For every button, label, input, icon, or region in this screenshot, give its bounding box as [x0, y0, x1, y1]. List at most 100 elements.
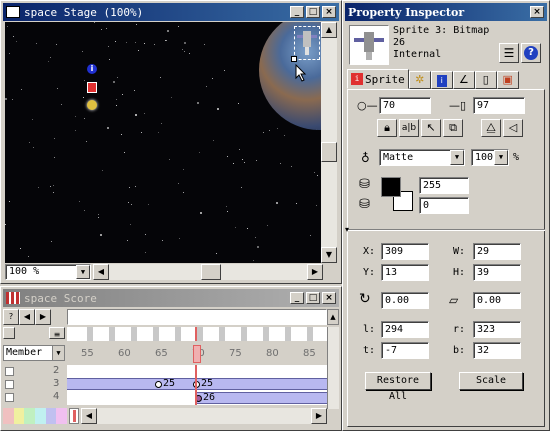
sprite-channels-grid[interactable]: 25 25 26	[67, 365, 327, 405]
ruler-playhead[interactable]	[193, 345, 201, 363]
scroll-up-button[interactable]: ▲	[321, 22, 337, 38]
scroll-down-button[interactable]: ▼	[321, 247, 337, 263]
tab-movie[interactable]: ▣	[496, 71, 519, 89]
back-color-field[interactable]: 0	[419, 197, 469, 214]
end-frame-field[interactable]: 97	[473, 97, 525, 114]
star	[48, 61, 49, 62]
h-field[interactable]: 39	[473, 264, 521, 281]
tab-behavior[interactable]: ✲	[408, 71, 431, 89]
info-icon[interactable]: i	[87, 64, 97, 74]
minimize-button[interactable]: _	[290, 6, 304, 18]
prev-marker-button[interactable]: ◀	[19, 309, 35, 325]
tab-member[interactable]: i	[430, 71, 453, 89]
tab-sprite[interactable]: i Sprite	[347, 69, 409, 89]
help-button[interactable]: ?	[521, 43, 541, 63]
r-field[interactable]: 323	[473, 321, 521, 338]
stage-vertical-scrollbar[interactable]: ▲ ▼	[321, 22, 337, 263]
palette-swatch-3[interactable]	[24, 408, 36, 424]
hide-effects-button[interactable]: ?	[3, 309, 19, 325]
satellite-sprite[interactable]	[294, 26, 320, 60]
next-marker-button[interactable]: ▶	[35, 309, 51, 325]
scroll-left-button[interactable]: ◀	[93, 264, 109, 280]
t-field[interactable]: -7	[381, 342, 429, 359]
channel-label-row[interactable]: 3	[3, 378, 65, 391]
channel-label-row[interactable]: 4	[3, 391, 65, 404]
sprite-span-channel-2[interactable]: 25 25	[67, 378, 327, 390]
sun-icon[interactable]	[87, 100, 97, 110]
color-palette-strip[interactable]	[3, 408, 68, 424]
tab-document[interactable]: ▯	[474, 71, 497, 89]
stage-horizontal-scrollbar[interactable]	[109, 264, 307, 280]
maximize-button[interactable]: □	[306, 6, 320, 18]
score-vscroll-up[interactable]: ▲	[327, 309, 339, 325]
inspector-close-button[interactable]: ×	[530, 6, 544, 18]
fore-color-chip[interactable]	[381, 177, 401, 197]
inspector-titlebar[interactable]: Property Inspector ×	[345, 3, 547, 21]
stage-canvas[interactable]: i	[5, 22, 321, 263]
score-close-button[interactable]: ×	[322, 292, 336, 304]
palette-swatch-5[interactable]	[45, 408, 57, 424]
document-icon[interactable]	[87, 82, 97, 93]
y-field[interactable]: 13	[381, 264, 429, 281]
star	[178, 183, 179, 184]
score-titlebar[interactable]: space Score _ □ ×	[3, 289, 339, 307]
restore-all-button[interactable]: Restore All	[365, 372, 431, 402]
h-scroll-thumb[interactable]	[201, 264, 221, 280]
palette-swatch-6[interactable]	[56, 408, 68, 424]
selection-handle[interactable]	[291, 56, 297, 62]
score-scroll-right-button[interactable]: ▶	[311, 408, 327, 424]
zoom-select[interactable]: 100 % ▼	[5, 264, 91, 280]
blend-select[interactable]: 100 ▼	[471, 149, 509, 166]
star	[53, 185, 54, 186]
collapse-triangle-icon[interactable]: ▾	[345, 225, 349, 234]
score-vscroll[interactable]	[327, 327, 339, 409]
frame-ruler[interactable]: 55606570758085	[67, 345, 327, 363]
close-button[interactable]: ×	[322, 6, 336, 18]
w-field[interactable]: 29	[473, 243, 521, 260]
channel-toggle[interactable]	[3, 327, 15, 339]
ink-chevron-icon[interactable]: ▼	[450, 150, 464, 165]
fore-color-field[interactable]: 255	[419, 177, 469, 194]
l-field[interactable]: 294	[381, 321, 429, 338]
marker-row[interactable]	[67, 309, 327, 325]
member-chevron-icon[interactable]: ▼	[52, 346, 64, 360]
palette-swatch-4[interactable]	[35, 408, 46, 424]
score-scroll-left-button[interactable]: ◀	[81, 408, 97, 424]
score-hscroll[interactable]	[97, 408, 311, 424]
b-field[interactable]: 32	[473, 342, 521, 359]
b-label: b:	[453, 345, 466, 356]
palette-swatch-2[interactable]	[13, 408, 25, 424]
scroll-thumb[interactable]	[321, 142, 337, 162]
playhead-marker[interactable]	[69, 408, 79, 424]
lock-button[interactable]: 🔒︎	[377, 119, 397, 137]
scroll-right-button[interactable]: ▶	[307, 264, 323, 280]
score-maximize-button[interactable]: □	[306, 292, 320, 304]
x-field[interactable]: 309	[381, 243, 429, 260]
channel-label-row[interactable]: 2	[3, 365, 65, 378]
skew-field[interactable]: 0.00	[473, 292, 521, 309]
trails-button[interactable]: ⧉	[443, 119, 463, 137]
ink-select[interactable]: Matte ▼	[379, 149, 465, 166]
channel-visibility-toggle[interactable]	[5, 367, 14, 376]
start-frame-field[interactable]: 70	[379, 97, 431, 114]
member-select[interactable]: Member ▼	[3, 345, 65, 361]
channel-visibility-toggle[interactable]	[5, 380, 14, 389]
star	[127, 240, 128, 241]
chevron-down-icon[interactable]: ▼	[76, 265, 90, 279]
flip-vertical-button[interactable]: ◁	[503, 119, 523, 137]
stage-titlebar[interactable]: space Stage (100%) _ □ ×	[3, 3, 339, 21]
tab-bitmap[interactable]: ∠	[452, 71, 475, 89]
scale-button[interactable]: Scale	[459, 372, 523, 390]
script-channel-icon[interactable]: ≡	[49, 327, 65, 339]
blend-chevron-icon[interactable]: ▼	[494, 150, 508, 165]
score-minimize-button[interactable]: _	[290, 292, 304, 304]
rotation-field[interactable]: 0.00	[381, 292, 429, 309]
list-view-button[interactable]: ☰	[499, 43, 519, 63]
channel-visibility-toggle[interactable]	[5, 393, 14, 402]
sprite-span-channel-3[interactable]: 26	[195, 392, 327, 404]
flip-horizontal-button[interactable]: ⧋	[481, 119, 501, 137]
gear-icon: ✲	[415, 73, 425, 86]
editable-button[interactable]: a|b	[399, 119, 419, 137]
moveable-button[interactable]: ↖	[421, 119, 441, 137]
palette-swatch-1[interactable]	[3, 408, 14, 424]
